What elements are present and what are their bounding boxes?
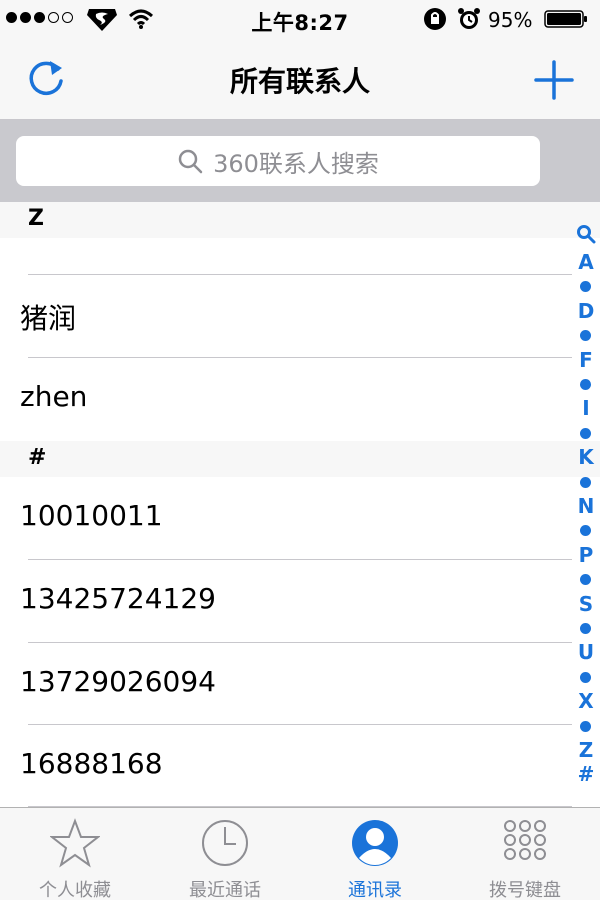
- nav-bar: 所有联系人: [0, 38, 600, 120]
- battery-percent: 95%: [488, 8, 533, 32]
- status-bar: 上午8:27 95%: [0, 0, 600, 38]
- search-placeholder: 360联系人搜索: [213, 149, 379, 178]
- index-separator-dot[interactable]: [580, 623, 591, 634]
- page-title: 所有联系人: [229, 65, 370, 98]
- index-letter[interactable]: A: [572, 250, 600, 274]
- index-letter[interactable]: F: [572, 348, 600, 372]
- index-search-icon[interactable]: [576, 224, 596, 244]
- alarm-icon: [458, 8, 480, 29]
- index-letter[interactable]: #: [572, 762, 600, 786]
- contact-row[interactable]: 13425724129: [0, 560, 600, 642]
- section-header: #: [0, 441, 600, 477]
- contact-name: 13425724129: [20, 582, 216, 615]
- index-letter[interactable]: I: [572, 396, 600, 420]
- rotation-lock-icon: [424, 8, 446, 30]
- index-separator-dot[interactable]: [580, 671, 591, 683]
- contact-name: 10010011: [20, 499, 163, 532]
- index-separator-dot[interactable]: [580, 720, 591, 732]
- index-separator-dot[interactable]: [580, 525, 591, 537]
- search-icon: [178, 149, 203, 174]
- index-separator-dot[interactable]: [580, 574, 591, 586]
- contact-row[interactable]: zhen: [0, 358, 600, 440]
- index-letter[interactable]: S: [572, 592, 600, 616]
- index-separator-dot[interactable]: [580, 427, 591, 439]
- index-letter[interactable]: P: [572, 543, 600, 567]
- keypad-icon: [504, 820, 546, 860]
- tab-keypad[interactable]: 拨号键盘: [450, 808, 600, 901]
- tab-label: 拨号键盘: [489, 880, 561, 901]
- tab-recents[interactable]: 最近通话: [150, 808, 300, 901]
- tab-label: 最近通话: [189, 880, 261, 901]
- index-letter[interactable]: D: [572, 299, 600, 323]
- index-letter[interactable]: K: [572, 445, 600, 469]
- index-separator-dot[interactable]: [580, 281, 591, 293]
- section-header-label: Z: [28, 206, 44, 231]
- index-separator-dot[interactable]: [580, 330, 591, 342]
- contact-row[interactable]: 16888168: [0, 725, 600, 807]
- contact-list[interactable]: 软件 Z 猪润 zhen # 10010011 13425724129 1372…: [0, 202, 600, 807]
- index-separator-dot[interactable]: [580, 379, 591, 390]
- contact-row[interactable]: 猪润: [0, 275, 600, 357]
- tab-label: 个人收藏: [39, 880, 111, 901]
- plus-icon[interactable]: [532, 58, 576, 102]
- contact-row[interactable]: 13729026094: [0, 643, 600, 725]
- section-index-bar[interactable]: A D F I K N P S U X Z #: [572, 220, 600, 790]
- tab-favorites[interactable]: 个人收藏: [0, 808, 150, 901]
- index-letter[interactable]: N: [572, 494, 600, 518]
- search-input[interactable]: 360联系人搜索: [16, 136, 540, 186]
- section-header-label: #: [28, 445, 47, 470]
- contact-name: 13729026094: [20, 665, 216, 698]
- section-header: Z: [0, 202, 600, 238]
- tab-label: 通讯录: [348, 880, 402, 901]
- search-bar: 360联系人搜索: [0, 120, 600, 202]
- contact-row[interactable]: 10010011: [0, 477, 600, 559]
- tab-bar: 个人收藏 最近通话 通讯录 拨号键盘: [0, 807, 600, 901]
- contacts-icon: [352, 820, 398, 866]
- clock-icon: [202, 820, 248, 866]
- index-separator-dot[interactable]: [580, 476, 591, 488]
- index-letter[interactable]: Z: [572, 738, 600, 762]
- contact-name: 16888168: [20, 747, 163, 780]
- star-icon: [50, 818, 100, 868]
- index-letter[interactable]: U: [572, 640, 600, 664]
- contact-name: zhen: [20, 380, 88, 413]
- tab-contacts[interactable]: 通讯录: [300, 808, 450, 901]
- contact-name: 猪润: [20, 302, 77, 335]
- index-letter[interactable]: X: [572, 689, 600, 713]
- battery-icon: [544, 10, 587, 28]
